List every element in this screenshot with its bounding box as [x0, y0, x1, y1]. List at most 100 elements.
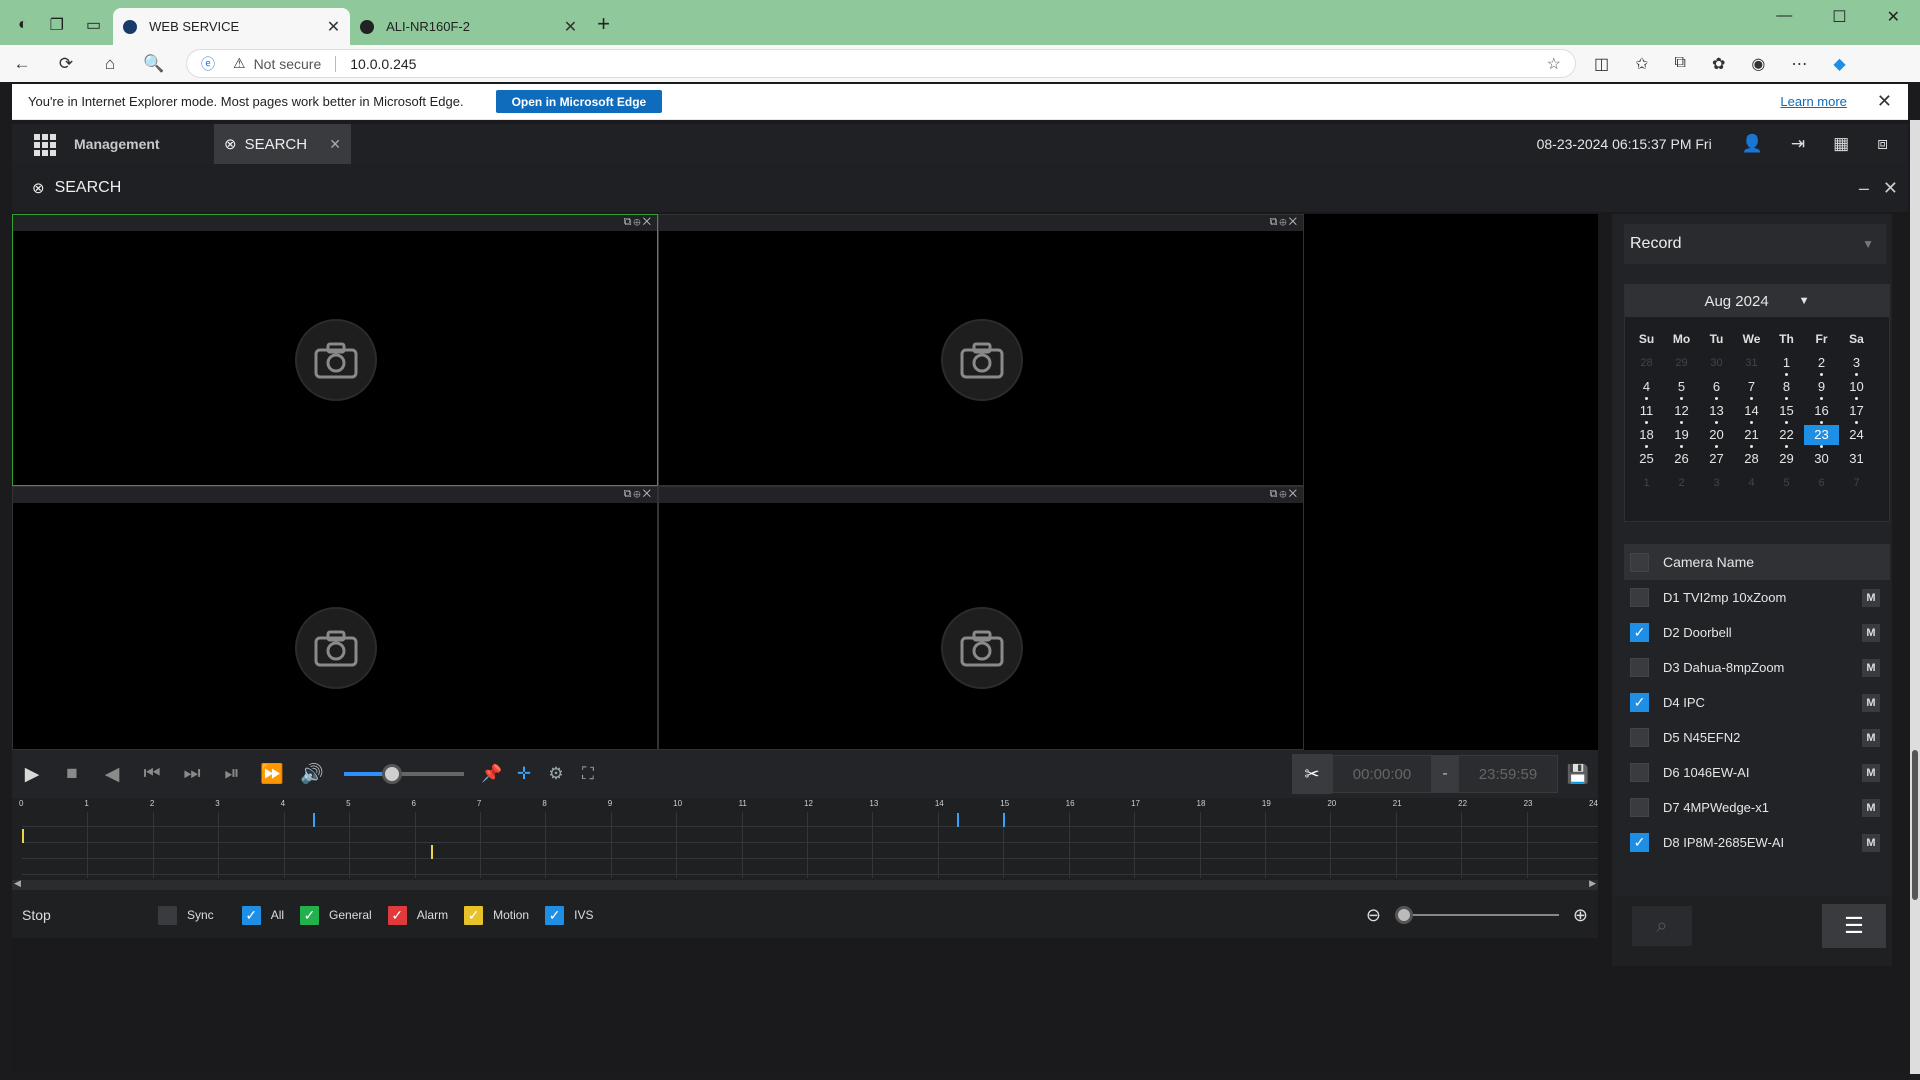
camera-row[interactable]: ✓ D4 IPC M — [1624, 685, 1890, 720]
cell-tools-icons[interactable]: ⧉⊕✕ — [1270, 488, 1299, 501]
month-dropdown-icon[interactable]: ▼ — [1799, 295, 1810, 307]
favorite-star-icon[interactable]: ☆ — [1547, 54, 1561, 74]
calendar-day[interactable]: 2 — [1804, 353, 1839, 376]
calendar-day[interactable]: 13 — [1699, 401, 1734, 424]
camera-checkbox[interactable] — [1630, 658, 1649, 677]
close-banner-icon[interactable]: ✕ — [1877, 91, 1892, 112]
calendar-day[interactable]: 22 — [1769, 425, 1804, 448]
calendar-day[interactable]: 4 — [1734, 473, 1769, 493]
volume-knob[interactable] — [382, 764, 402, 784]
main-stream-toggle[interactable]: M — [1862, 623, 1880, 642]
calendar-day[interactable]: 3 — [1839, 353, 1874, 376]
refresh-button[interactable]: ⟳ — [44, 54, 88, 74]
calendar-day[interactable]: 27 — [1699, 449, 1734, 469]
minimize-button[interactable]: — — [1776, 7, 1792, 27]
camera-row[interactable]: D5 N45EFN2 M — [1624, 720, 1890, 755]
security-label[interactable]: Not secure — [254, 56, 322, 72]
select-all-cameras-checkbox[interactable] — [1630, 552, 1649, 572]
main-stream-toggle[interactable]: M — [1862, 763, 1880, 782]
camera-row[interactable]: D1 TVI2mp 10xZoom M — [1624, 580, 1890, 615]
calendar-day[interactable]: 25 — [1629, 449, 1664, 469]
clip-start-time[interactable]: 00:00:00 — [1332, 755, 1432, 793]
slow-play-button[interactable]: ⏯ — [212, 763, 252, 785]
cell-tools-icons[interactable]: ⧉⊕✕ — [624, 216, 653, 229]
qr-code-icon[interactable]: ▦ — [1833, 134, 1849, 154]
logout-icon[interactable]: ⇥ — [1791, 134, 1805, 154]
calendar-day[interactable]: 16 — [1804, 401, 1839, 424]
legend-item-sync[interactable]: Sync — [158, 905, 214, 925]
search-icon[interactable]: 🔍 — [132, 54, 176, 74]
page-scrollbar[interactable] — [1910, 120, 1920, 1074]
calendar-day[interactable]: 7 — [1734, 377, 1769, 400]
calendar-day[interactable]: 24 — [1839, 425, 1874, 445]
browser-tab-web-service[interactable]: WEB SERVICE ✕ — [113, 8, 351, 45]
calendar-day[interactable]: 29 — [1664, 353, 1699, 373]
camera-checkbox[interactable] — [1630, 728, 1649, 747]
timeline-record-marker[interactable] — [22, 829, 24, 843]
browser-essentials-icon[interactable]: ◉ — [1751, 54, 1765, 74]
calendar-day[interactable]: 6 — [1699, 377, 1734, 400]
calendar-day[interactable]: 30 — [1699, 353, 1734, 373]
camera-checkbox[interactable] — [1630, 588, 1649, 607]
main-menu-grid-icon[interactable] — [34, 134, 56, 156]
timeline[interactable]: 0 1 2 3 4 5 6 7 8 9 10 11 12 13 14 15 16 17 18 19 20 21 22 23 24… — [12, 798, 1598, 892]
search-app-tab[interactable]: ⊗ SEARCH ✕ — [214, 124, 351, 164]
video-cell-2[interactable]: ⧉⊕✕ — [658, 214, 1304, 486]
file-list-button[interactable]: ☰ — [1822, 904, 1886, 948]
calendar-day[interactable]: 31 — [1734, 353, 1769, 373]
scrollbar-thumb[interactable] — [1912, 750, 1918, 900]
camera-checkbox[interactable]: ✓ — [1630, 833, 1649, 852]
calendar-day[interactable]: 17 — [1839, 401, 1874, 424]
play-button[interactable]: ▶ — [12, 763, 52, 786]
calendar-day[interactable]: 21 — [1734, 425, 1769, 448]
fullscreen-display-icon[interactable]: ⧈ — [1877, 134, 1888, 154]
legend-item-alarm[interactable]: ✓ Alarm — [387, 905, 448, 925]
zoom-out-icon[interactable]: ⊖ — [1366, 905, 1381, 926]
camera-checkbox[interactable] — [1630, 763, 1649, 782]
calendar-day[interactable]: 15 — [1769, 401, 1804, 424]
favorites-icon[interactable]: ✩ — [1635, 54, 1648, 74]
timeline-record-marker[interactable] — [430, 845, 433, 859]
main-stream-toggle[interactable]: M — [1862, 798, 1880, 817]
calendar-day[interactable]: 18 — [1629, 425, 1664, 448]
timeline-track-row[interactable] — [22, 860, 1598, 875]
browser-tab-ali-nr160f-2[interactable]: ALI-NR160F-2 ✕ — [350, 8, 587, 45]
calendar-day[interactable]: 26 — [1664, 449, 1699, 469]
calendar-day[interactable]: 9 — [1804, 377, 1839, 400]
camera-row[interactable]: ✓ D8 IP8M-2685EW-AI M — [1624, 825, 1890, 860]
main-stream-toggle[interactable]: M — [1862, 728, 1880, 747]
calendar-day[interactable]: 7 — [1839, 473, 1874, 493]
new-tab-button[interactable]: + — [587, 11, 624, 45]
calendar-day-selected[interactable]: 23 — [1804, 425, 1839, 448]
calendar-day[interactable]: 28 — [1629, 353, 1664, 373]
next-frame-button[interactable]: ⏭ — [172, 763, 212, 785]
camera-checkbox[interactable]: ✓ — [1630, 693, 1649, 712]
timeline-scrollbar[interactable]: ◀ ▶ — [12, 878, 1598, 890]
timeline-track-row[interactable] — [22, 844, 1598, 859]
close-panel-button[interactable]: ✕ — [1883, 178, 1898, 199]
open-in-edge-button[interactable]: Open in Microsoft Edge — [495, 90, 663, 113]
stop-button[interactable]: ■ — [52, 763, 92, 785]
tab-close-icon[interactable]: ✕ — [327, 17, 340, 37]
calendar-day[interactable]: 30 — [1804, 449, 1839, 469]
camera-row[interactable]: D7 4MPWedge-x1 M — [1624, 790, 1890, 825]
ie-mode-icon[interactable]: ⓔ — [201, 54, 215, 74]
calendar-day[interactable]: 1 — [1769, 353, 1804, 376]
camera-row[interactable]: D6 1046EW-AI M — [1624, 755, 1890, 790]
save-clip-icon[interactable]: 💾 — [1558, 764, 1598, 785]
calendar-day[interactable]: 20 — [1699, 425, 1734, 448]
volume-icon[interactable]: 🔊 — [292, 762, 332, 786]
home-button[interactable]: ⌂ — [88, 54, 132, 74]
warning-icon[interactable]: ⚠ — [233, 55, 246, 72]
legend-checkbox[interactable]: ✓ — [464, 905, 484, 925]
close-window-button[interactable]: ✕ — [1887, 7, 1900, 27]
camera-row[interactable]: ✓ D2 Doorbell M — [1624, 615, 1890, 650]
calendar-day[interactable]: 1 — [1629, 473, 1664, 493]
video-cell-3[interactable]: ⧉⊕✕ — [12, 486, 658, 750]
copilot-icon[interactable]: ◆ — [1833, 54, 1845, 74]
smart-search-icon[interactable]: ⚙ — [540, 764, 572, 784]
legend-checkbox[interactable]: ✓ — [387, 905, 407, 925]
fullscreen-icon[interactable]: ⛶ — [572, 764, 604, 784]
learn-more-link[interactable]: Learn more — [1780, 94, 1846, 109]
legend-item-general[interactable]: ✓ General — [300, 905, 372, 925]
